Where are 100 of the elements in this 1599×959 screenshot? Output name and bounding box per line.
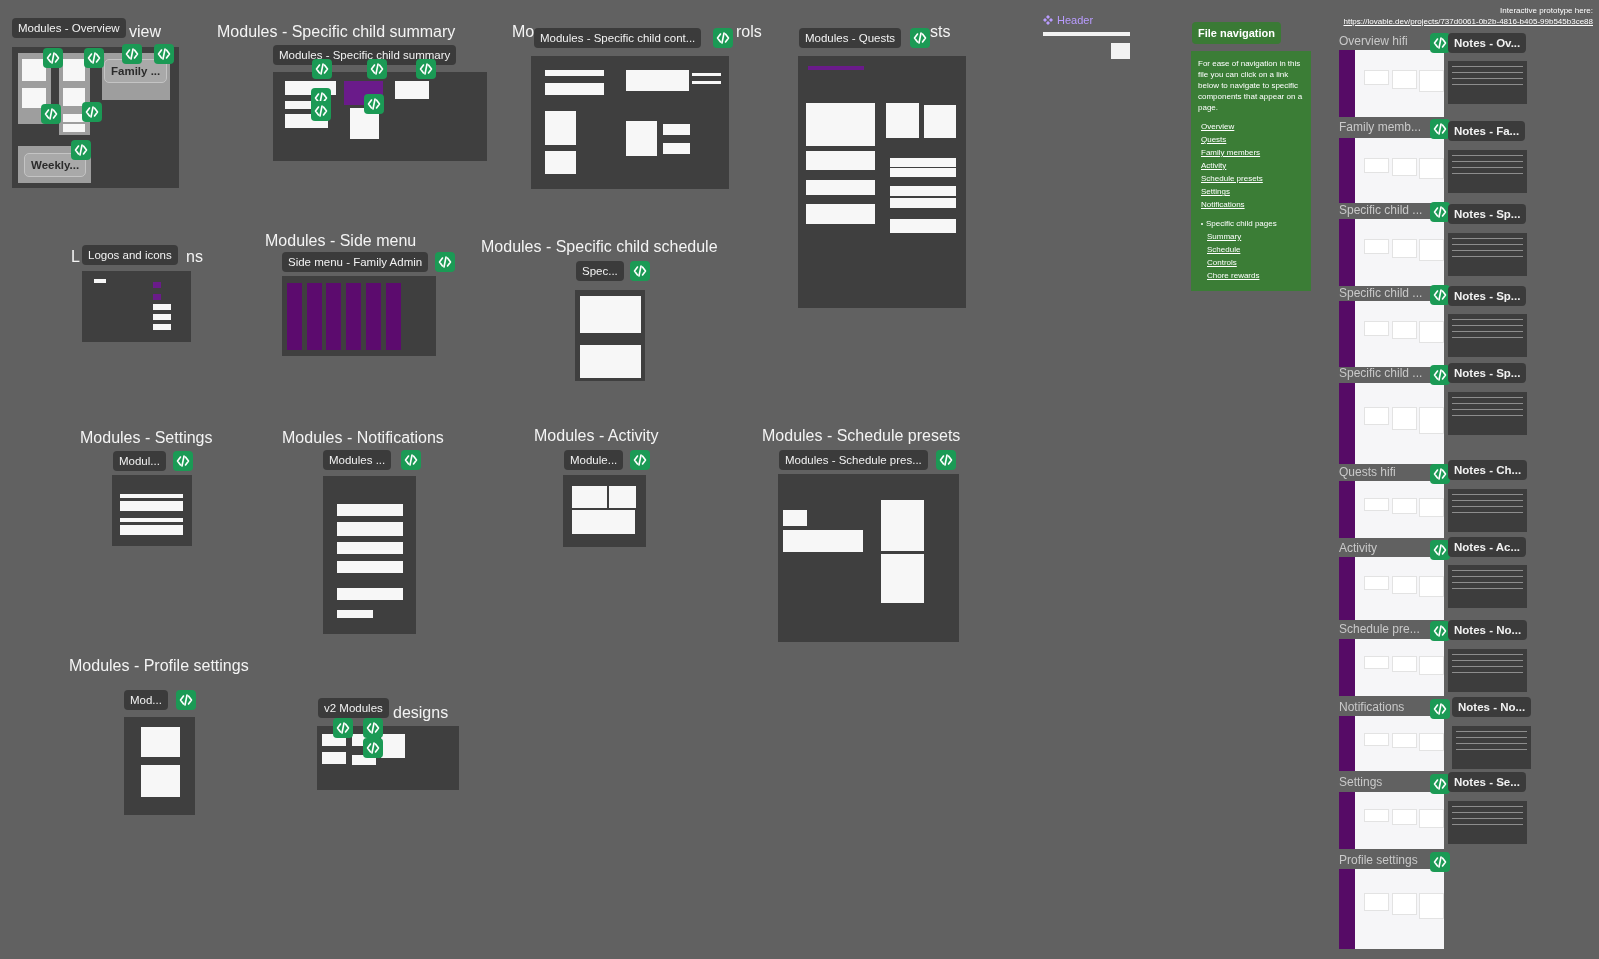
code-icon[interactable] xyxy=(1430,774,1450,794)
frame-label: Notes - No... xyxy=(1448,620,1528,640)
code-icon[interactable] xyxy=(1430,119,1450,139)
side-menu-thumbnail xyxy=(326,283,341,350)
nav-link[interactable]: Chore rewards xyxy=(1207,270,1260,281)
component-thumbnail xyxy=(580,296,641,333)
code-icon[interactable] xyxy=(630,450,650,470)
page-label: Specific child ... xyxy=(1339,366,1423,380)
code-icon[interactable] xyxy=(312,59,332,79)
page-label: Specific child ... xyxy=(1339,286,1423,300)
nav-link[interactable]: Notifications xyxy=(1201,199,1245,210)
component-thumbnail xyxy=(63,124,85,132)
code-icon[interactable] xyxy=(1430,699,1450,719)
component-thumbnail xyxy=(63,59,85,81)
code-icon[interactable] xyxy=(401,450,421,470)
component-thumbnail xyxy=(120,518,183,522)
code-icon[interactable] xyxy=(367,59,387,79)
page-label: Notifications xyxy=(1339,700,1405,714)
section-title: Modules - Side menu xyxy=(265,231,417,250)
component-thumbnail xyxy=(337,561,403,573)
nav-link[interactable]: Activity xyxy=(1201,160,1227,171)
component-thumbnail xyxy=(22,88,46,108)
frame-label: Notes - Sp... xyxy=(1448,286,1527,306)
component-thumbnail xyxy=(881,554,924,603)
page-label: Settings xyxy=(1339,775,1383,789)
component-thumbnail xyxy=(337,542,403,554)
component-thumbnail xyxy=(337,588,403,600)
code-icon[interactable] xyxy=(364,94,384,114)
code-icon[interactable] xyxy=(1430,621,1450,641)
page-label: Profile settings xyxy=(1339,853,1418,867)
prototype-link[interactable]: https://lovable.dev/projects/737d0061-0b2b-4816-b405-99b545b3ce88 xyxy=(1343,16,1593,27)
component-thumbnail xyxy=(395,81,429,99)
component-thumbnail xyxy=(337,504,403,516)
component-thumbnail xyxy=(609,486,636,508)
code-icon[interactable] xyxy=(936,450,956,470)
code-icon[interactable] xyxy=(1430,852,1450,872)
component-thumbnail xyxy=(626,121,657,156)
component-thumbnail xyxy=(890,219,956,233)
nav-link[interactable]: Controls xyxy=(1207,257,1237,268)
component-thumbnail xyxy=(120,501,183,511)
component-thumbnail xyxy=(806,204,875,224)
nav-link[interactable]: Schedule xyxy=(1207,244,1241,255)
frame-label: Weekly... xyxy=(24,153,87,177)
code-icon[interactable] xyxy=(630,261,650,281)
code-icon[interactable] xyxy=(435,252,455,272)
component-thumbnail xyxy=(545,151,576,174)
frame-label: Notes - No... xyxy=(1452,697,1532,717)
code-icon[interactable] xyxy=(154,44,174,64)
section-title: L xyxy=(71,247,80,266)
section-title: designs xyxy=(393,703,449,722)
section-title: Modules - Profile settings xyxy=(69,656,249,675)
component-icon xyxy=(1043,15,1053,25)
code-icon[interactable] xyxy=(176,690,196,710)
code-icon[interactable] xyxy=(713,28,733,48)
nav-link[interactable]: Family members xyxy=(1201,147,1261,158)
component-thumbnail xyxy=(692,81,721,84)
nav-link[interactable]: Summary xyxy=(1207,231,1242,242)
code-icon[interactable] xyxy=(416,59,436,79)
frame-label: Notes - Ac... xyxy=(1448,537,1527,557)
page-label: Family memb... xyxy=(1339,120,1421,134)
component-thumbnail xyxy=(153,324,171,330)
code-icon[interactable] xyxy=(1430,464,1450,484)
nav-link[interactable]: Overview xyxy=(1201,121,1235,132)
nav-link[interactable]: Schedule presets xyxy=(1201,173,1263,184)
component-thumbnail xyxy=(337,610,373,618)
code-icon[interactable] xyxy=(910,28,930,48)
code-icon[interactable] xyxy=(1430,202,1450,222)
code-icon[interactable] xyxy=(1430,33,1450,53)
section-title: Modules - Specific child schedule xyxy=(481,237,718,256)
panel-title: File navigation xyxy=(1192,22,1281,44)
component-thumbnail xyxy=(22,59,46,81)
page-label: Activity xyxy=(1339,541,1377,555)
section-title: Modules - Schedule presets xyxy=(762,426,961,445)
component-thumbnail xyxy=(626,70,689,91)
nav-link[interactable]: Quests xyxy=(1201,134,1227,145)
component-title: Header xyxy=(1057,13,1094,27)
component-thumbnail xyxy=(890,198,956,208)
component-thumbnail xyxy=(381,734,405,758)
frame-label: Modules - Specific child cont... xyxy=(534,28,702,48)
code-icon[interactable] xyxy=(1430,365,1450,385)
component-thumbnail xyxy=(580,345,641,378)
code-icon[interactable] xyxy=(1430,285,1450,305)
frame-label: Modul... xyxy=(113,451,166,471)
code-icon[interactable] xyxy=(173,451,193,471)
component-thumbnail xyxy=(806,180,875,195)
side-menu-thumbnail xyxy=(346,283,361,350)
code-icon[interactable] xyxy=(1430,540,1450,560)
frame-label: Mod... xyxy=(124,690,168,710)
frame-label: Module... xyxy=(564,450,624,470)
frame-label: Side menu - Family Admin xyxy=(282,252,429,272)
prototype-text: Interactive prototype here: xyxy=(1500,5,1593,16)
nav-link[interactable]: Settings xyxy=(1201,186,1230,197)
component-thumbnail xyxy=(153,314,171,320)
component-thumbnail xyxy=(141,765,180,797)
component-thumbnail xyxy=(120,494,183,498)
component-thumbnail xyxy=(663,143,690,154)
frame-label: Logos and icons xyxy=(82,245,178,265)
section-title: rols xyxy=(736,22,762,41)
component-thumbnail xyxy=(350,108,379,139)
component-thumbnail xyxy=(692,73,721,76)
